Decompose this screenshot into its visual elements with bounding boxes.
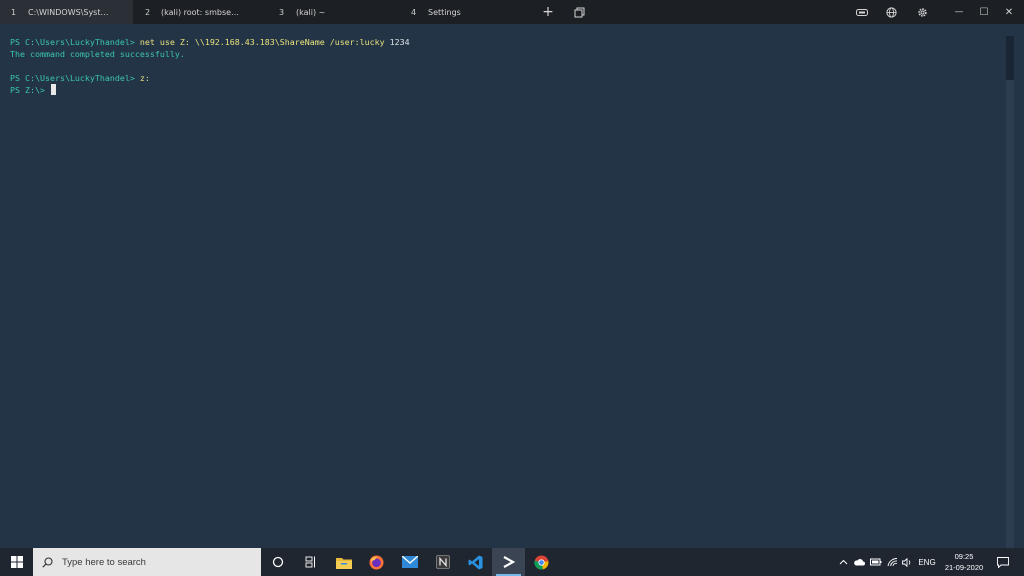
key-button[interactable] (847, 0, 877, 24)
search-box[interactable]: Type here to search (33, 548, 261, 576)
prompt: PS C:\Users\LuckyThandel> (10, 73, 140, 83)
clock-time: 09:25 (954, 552, 974, 561)
taskbar: Type here to search ENG 09:25 21-09-2020 (0, 548, 1024, 576)
volume-button[interactable] (900, 548, 915, 576)
mail-icon (401, 556, 418, 568)
overlapping-windows-icon (574, 7, 584, 17)
wifi-icon (887, 557, 897, 566)
terminal-button[interactable] (492, 548, 525, 576)
tab-number: 1 (11, 7, 17, 17)
settings-button[interactable] (907, 0, 937, 24)
firefox-icon (369, 555, 384, 569)
show-hidden-icons-button[interactable] (836, 548, 850, 576)
globe-icon (885, 6, 897, 18)
tab-title: Settings (428, 7, 461, 17)
tab-title: C:\WINDOWS\Syst… (28, 7, 109, 17)
terminal-icon (502, 556, 515, 568)
chrome-button[interactable] (525, 548, 558, 576)
prompt: PS C:\Users\LuckyThandel> (10, 37, 140, 47)
window-switch-button[interactable] (564, 0, 594, 24)
speaker-icon (902, 557, 911, 567)
command-value: 1234 (389, 37, 410, 47)
gear-icon (917, 7, 927, 17)
tab-4[interactable]: 4 Settings (400, 0, 500, 24)
language-button[interactable]: ENG (916, 548, 938, 576)
mail-button[interactable] (393, 548, 426, 576)
cloud-icon (854, 559, 865, 566)
search-placeholder: Type here to search (62, 556, 146, 568)
task-view-button[interactable] (261, 548, 294, 576)
maximize-icon: ☐ (979, 6, 989, 18)
timeline-icon (305, 556, 315, 568)
notion-button[interactable] (426, 548, 459, 576)
battery-icon (869, 558, 881, 566)
tab-number: 3 (279, 7, 285, 17)
firefox-button[interactable] (360, 548, 393, 576)
plus-icon: + (542, 4, 554, 20)
clock-date: 21-09-2020 (944, 563, 984, 572)
scroll-track (1006, 36, 1014, 548)
notion-icon (435, 555, 450, 569)
terminal-line: PS Z:\> (10, 84, 56, 96)
globe-button[interactable] (876, 0, 906, 24)
tab-2[interactable]: 2 (kali) root: smbse… (133, 0, 267, 24)
chrome-icon (534, 555, 549, 569)
language-indicator: ENG (918, 557, 936, 567)
new-tab-button[interactable]: + (533, 0, 563, 24)
tab-title: (kali) ~ (296, 7, 326, 17)
minimize-icon: — (954, 7, 964, 17)
file-explorer-icon (335, 557, 352, 569)
tab-title: (kali) root: smbse… (161, 7, 240, 17)
task-view-icon (272, 556, 283, 568)
search-icon (42, 556, 53, 568)
tab-1[interactable]: 1 C:\WINDOWS\Syst… (0, 0, 133, 24)
file-explorer-button[interactable] (327, 548, 360, 576)
command-args: Z: \\192.168.43.183\ShareName /user:luck… (179, 37, 390, 47)
tab-number: 4 (411, 7, 417, 17)
close-button[interactable]: ✕ (994, 0, 1024, 24)
tab-3[interactable]: 3 (kali) ~ (267, 0, 400, 24)
prompt: PS Z:\> (10, 85, 50, 95)
notifications-button[interactable] (992, 548, 1014, 576)
terminal-output: The command completed successfully. (10, 49, 185, 59)
scroll-thumb[interactable] (1006, 36, 1014, 80)
command: net use (139, 37, 180, 47)
chevron-up-icon (839, 559, 847, 565)
key-icon (856, 8, 868, 16)
close-icon: ✕ (1004, 6, 1014, 18)
text-cursor (50, 84, 56, 95)
clock[interactable]: 09:25 21-09-2020 (938, 551, 990, 573)
timeline-button[interactable] (294, 548, 327, 576)
vscode-button[interactable] (459, 548, 492, 576)
terminal-line: PS C:\Users\LuckyThandel> z: (10, 72, 150, 84)
vscode-icon (468, 555, 483, 569)
scrollbar[interactable] (1006, 36, 1014, 548)
tab-number: 2 (145, 7, 151, 17)
notification-icon (997, 556, 1009, 568)
wifi-button[interactable] (884, 548, 900, 576)
command: z: (139, 73, 150, 83)
start-button[interactable] (0, 548, 33, 576)
windows-logo-icon (10, 556, 23, 568)
tab-bar: 1 C:\WINDOWS\Syst… 2 (kali) root: smbse…… (0, 0, 1024, 24)
onedrive-button[interactable] (851, 548, 867, 576)
battery-button[interactable] (867, 548, 884, 576)
terminal-pane[interactable]: PS C:\Users\LuckyThandel> net use Z: \\1… (0, 24, 1024, 548)
terminal-line: PS C:\Users\LuckyThandel> net use Z: \\1… (10, 36, 410, 48)
